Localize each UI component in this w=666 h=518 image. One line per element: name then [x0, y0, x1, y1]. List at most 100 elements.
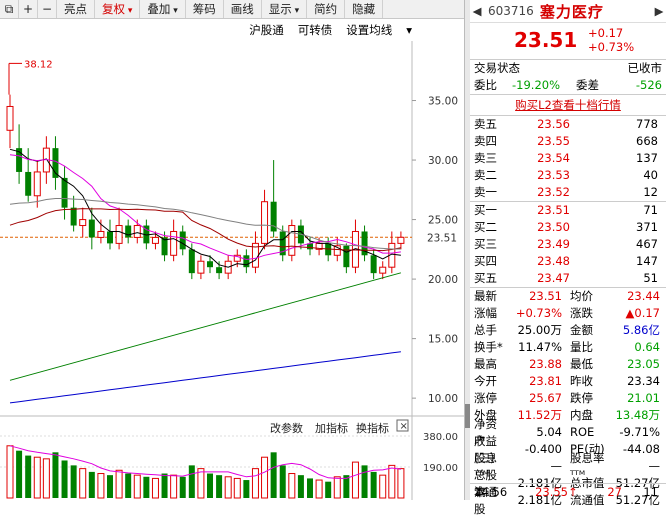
bid-volume: 147 [636, 254, 658, 268]
quote-value: 23.81 [529, 374, 562, 388]
candle-body [343, 245, 350, 268]
quote-value: ▲0.17 [625, 306, 660, 320]
tick-row: 14:56 23.55 ↑ 27 11 [470, 483, 666, 501]
volume-bar [125, 473, 132, 498]
zoom-out-icon[interactable]: − [38, 0, 57, 18]
quote-label: 今开 [474, 374, 497, 388]
bid-row[interactable]: 买四 23.48 147 [470, 253, 666, 270]
ask-row[interactable]: 卖二 23.53 40 [470, 167, 666, 184]
volume-bar [315, 479, 323, 499]
quote-value: 13.48万 [615, 408, 660, 422]
quote-label: 最新 [474, 289, 497, 303]
hide-button[interactable]: 隐藏 [345, 0, 384, 18]
bid-price: 23.49 [537, 237, 570, 251]
candle-body [151, 236, 159, 244]
ask-price: 23.55 [537, 134, 570, 148]
ma-settings-dropdown-icon[interactable]: ▾ [406, 23, 412, 37]
quote-panel: ◀ 603716 塞力医疗 ▶ 23.51 +0.17 +0.73% 交易状态 … [470, 0, 666, 516]
volume-tick-label: 190.00 [423, 463, 458, 474]
candle-body [207, 261, 213, 268]
volume-bar [33, 456, 41, 499]
ask-row[interactable]: 卖五 23.56 778 [470, 116, 666, 133]
ma-line [9, 154, 401, 261]
quote-value: — [648, 459, 661, 473]
ask-row[interactable]: 卖三 23.54 137 [470, 150, 666, 167]
simple-button[interactable]: 简约 [307, 0, 346, 18]
y-tick-label: 35.00 [428, 96, 458, 108]
overlay-button[interactable]: 叠加 [140, 0, 186, 18]
high-price-label: 38.12 [24, 59, 53, 70]
ask-price: 23.53 [537, 168, 570, 182]
bid-volume: 467 [636, 237, 658, 251]
volume-bar [270, 452, 277, 498]
quote-value: 5.86亿 [622, 323, 660, 337]
ma-settings-button[interactable]: 设置均线 [346, 22, 392, 38]
quote-label: 均价 [570, 289, 593, 303]
quote-table: 最新 23.51 均价 23.44 涨幅 +0.73% 涨跌 ▲0.17 总手 25.00万 金额 5… [470, 288, 666, 516]
quote-value: 23.88 [529, 357, 562, 371]
volume-bar [288, 473, 296, 499]
quote-label: 涨幅 [474, 306, 497, 320]
hk-connect-link[interactable]: 沪股通 [249, 22, 284, 38]
volume-bar [143, 476, 150, 498]
ask-row[interactable]: 卖四 23.55 668 [470, 133, 666, 150]
ask-row[interactable]: 卖一 23.52 12 [470, 184, 666, 201]
display-button[interactable]: 显示 [262, 0, 308, 18]
bid-label: 买四 [474, 254, 497, 268]
quote-label: 换手* [474, 340, 503, 354]
prev-stock-icon[interactable]: ◀ [470, 4, 484, 18]
window-icon[interactable]: ⧉ [0, 0, 19, 18]
bid-volume: 71 [643, 203, 658, 217]
adjust-rights-button[interactable]: 复权 [95, 0, 141, 18]
weibi-row: 委比 -19.20% 委差 -526 [470, 77, 666, 95]
candle-body [33, 171, 41, 197]
volume-bar [161, 473, 168, 498]
volume-tick-label: 380.00 [423, 432, 458, 443]
quote-row: 最高 23.88 最低 23.05 [470, 356, 666, 373]
bid-row[interactable]: 买一 23.51 71 [470, 202, 666, 219]
candle-body [79, 219, 87, 227]
quote-row: 涨停 25.67 跌停 21.01 [470, 390, 666, 407]
ma-line [9, 351, 401, 404]
candle-body [197, 260, 205, 274]
bid-row[interactable]: 买五 23.47 51 [470, 270, 666, 287]
chips-button[interactable]: 筹码 [186, 0, 224, 18]
indicator-params-button[interactable]: 改参数 [270, 421, 303, 435]
ask-label: 卖二 [474, 168, 497, 182]
zoom-in-icon[interactable]: + [19, 0, 38, 18]
volume-bar [325, 481, 332, 498]
kline-chart[interactable]: 35.00 30.00 25.00 20.00 15.00 10.00 23.51 38.12… [0, 41, 464, 500]
quote-label: 涨停 [474, 391, 497, 405]
bid-price: 23.51 [537, 203, 570, 217]
close-indicator-glyph: × [400, 421, 408, 432]
bid-row[interactable]: 买三 23.49 467 [470, 236, 666, 253]
volume-bar [379, 474, 387, 499]
l2-link[interactable]: 购买L2查看十档行情 [474, 95, 662, 115]
next-stock-icon[interactable]: ▶ [652, 4, 666, 18]
volume-bar [251, 468, 259, 499]
volume-bar [179, 476, 186, 498]
volume-bar [88, 471, 95, 498]
volume-bar [42, 458, 50, 499]
weicha-label: 委差 [576, 78, 599, 92]
add-indicator-button[interactable]: 加指标 [315, 421, 348, 435]
switch-indicator-button[interactable]: 换指标 [356, 421, 389, 435]
stock-header: ◀ 603716 塞力医疗 ▶ [470, 0, 666, 23]
bid-row[interactable]: 买二 23.50 371 [470, 219, 666, 236]
volume-bar [261, 456, 269, 499]
trade-status-label: 交易状态 [474, 61, 520, 75]
candle-body [170, 230, 178, 256]
price-box: 23.51 +0.17 +0.73% [470, 23, 666, 60]
convertible-link[interactable]: 可转债 [298, 22, 333, 38]
volume-bar [333, 476, 341, 499]
highlight-button[interactable]: 亮点 [57, 0, 95, 18]
weibi-label: 委比 [474, 78, 497, 92]
quote-value: 25.00万 [517, 323, 562, 337]
ask-price: 23.56 [537, 117, 570, 131]
tick-volume: 27 [607, 485, 622, 499]
bid-price: 23.48 [537, 254, 570, 268]
draw-line-button[interactable]: 画线 [224, 0, 262, 18]
quote-row: 最新 23.51 均价 23.44 [470, 288, 666, 305]
trade-status: 已收市 [627, 61, 663, 75]
y-tick-label: 15.00 [428, 334, 458, 346]
